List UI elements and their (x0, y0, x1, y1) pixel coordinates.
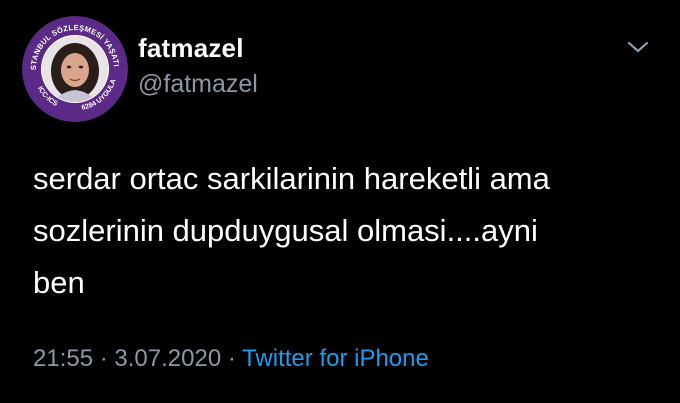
tweet-date: 3.07.2020 (114, 345, 222, 372)
meta-separator: · (227, 345, 236, 372)
tweet-time: 21:55 (33, 345, 94, 372)
tweet-text: serdar ortac sarkilarinin hareketli ama … (33, 161, 550, 300)
tweet-card: İSTANBUL SÖZLEŞMESİ YAŞATIR ICC-ICS 6284… (0, 0, 680, 403)
display-name[interactable]: fatmazel (138, 33, 244, 64)
avatar-image: İSTANBUL SÖZLEŞMESİ YAŞATIR ICC-ICS 6284… (22, 16, 128, 122)
tweet-source-link[interactable]: Twitter for iPhone (242, 345, 429, 372)
tweet-meta: 21:55 · 3.07.2020 · Twitter for iPhone (33, 345, 429, 373)
user-handle[interactable]: @fatmazel (138, 70, 258, 99)
meta-separator: · (99, 345, 108, 372)
avatar[interactable]: İSTANBUL SÖZLEŞMESİ YAŞATIR ICC-ICS 6284… (22, 16, 128, 122)
chevron-down-icon[interactable] (624, 36, 652, 58)
